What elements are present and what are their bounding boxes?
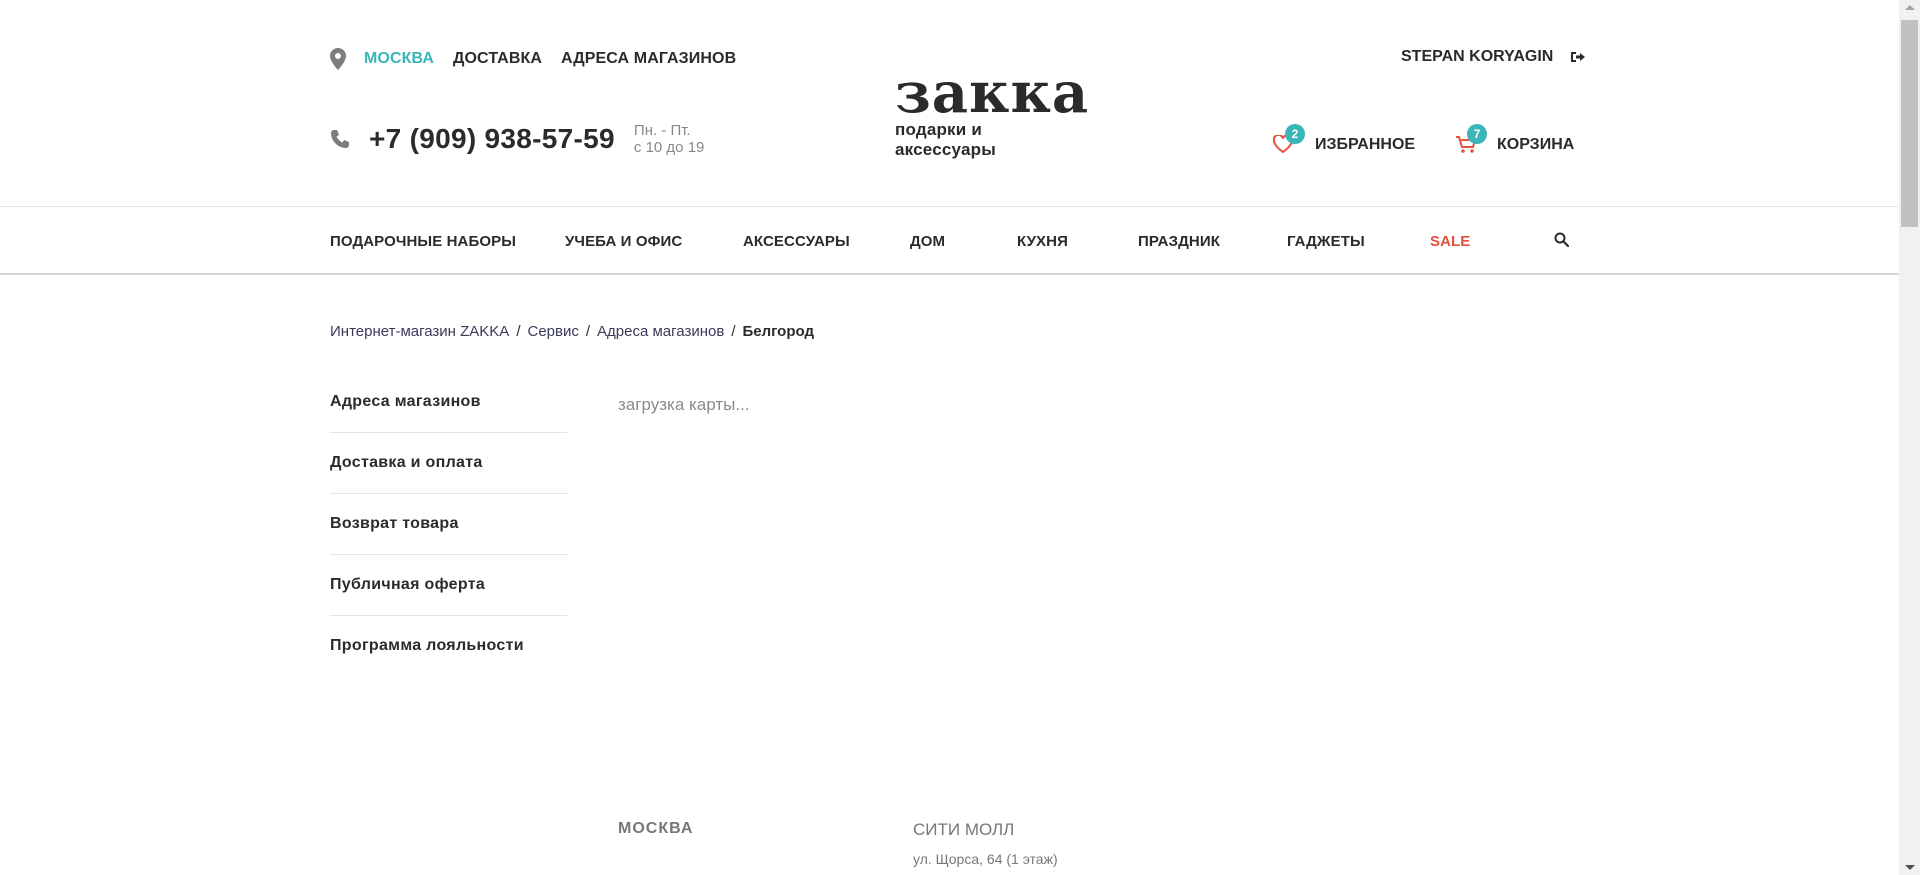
cart-label: КОРЗИНА — [1497, 136, 1575, 153]
breadcrumb-item-addresses[interactable]: Адреса магазинов — [597, 323, 724, 340]
favorites-count-badge: 2 — [1285, 124, 1305, 144]
sidebar-item-delivery-payment[interactable]: Доставка и оплата — [330, 433, 567, 494]
favorites-label: ИЗБРАННОЕ — [1315, 136, 1416, 153]
favorites-icon-wrap: 2 — [1272, 124, 1305, 155]
breadcrumb-separator: / — [731, 323, 736, 340]
nav-study-office[interactable]: УЧЕБА И ОФИС — [565, 233, 682, 250]
logout-icon[interactable] — [1571, 51, 1586, 63]
user-name[interactable]: STEPAN KORYAGIN — [1401, 48, 1553, 66]
store-addresses-link[interactable]: АДРЕСА МАГАЗИНОВ — [561, 50, 736, 68]
location-pin-icon — [330, 48, 346, 70]
contact-info: +7 (909) 938-57-59 Пн. - Пт. с 10 до 19 — [330, 122, 704, 156]
logo-word: закка — [895, 60, 1090, 126]
scroll-up-arrow-icon[interactable] — [1905, 5, 1915, 10]
nav-kitchen[interactable]: КУХНЯ — [1017, 233, 1068, 250]
user-account[interactable]: STEPAN KORYAGIN — [1401, 48, 1586, 66]
logo-tagline: подарки и аксессуары — [895, 120, 996, 159]
service-sidebar: Адреса магазинов Доставка и оплата Возвр… — [330, 372, 567, 677]
breadcrumb-separator: / — [516, 323, 521, 340]
cart-count-badge: 7 — [1467, 124, 1487, 144]
favorites-button[interactable]: 2 ИЗБРАННОЕ — [1272, 124, 1416, 155]
delivery-link[interactable]: ДОСТАВКА — [453, 50, 542, 68]
logo[interactable]: закка подарки и аксессуары — [895, 60, 1090, 160]
sidebar-item-returns[interactable]: Возврат товара — [330, 494, 567, 555]
scroll-thumb[interactable] — [1901, 20, 1918, 227]
breadcrumb-item-shop[interactable]: Интернет-магазин ZAKKA — [330, 323, 509, 340]
sidebar-item-loyalty[interactable]: Программа лояльности — [330, 616, 567, 677]
phone-icon — [331, 130, 349, 148]
store-city-heading: МОСКВА — [618, 820, 694, 837]
map-loading-text: загрузка карты... — [618, 395, 750, 414]
breadcrumb-separator: / — [585, 323, 591, 340]
working-hours: Пн. - Пт. с 10 до 19 — [634, 122, 704, 156]
sidebar-item-store-addresses[interactable]: Адреса магазинов — [330, 372, 567, 433]
nav-sale[interactable]: SALE — [1430, 233, 1470, 250]
breadcrumb-current: Белгород — [742, 323, 814, 340]
hours-days: Пн. - Пт. — [633, 122, 691, 139]
breadcrumb: Интернет-магазин ZAKKA / Сервис / Адреса… — [330, 323, 814, 340]
city-link[interactable]: МОСКВА — [364, 50, 434, 68]
breadcrumb-item-service[interactable]: Сервис — [527, 323, 578, 340]
search-icon[interactable] — [1554, 232, 1569, 247]
main-nav: ПОДАРОЧНЫЕ НАБОРЫ УЧЕБА И ОФИС АКСЕССУАР… — [0, 207, 1899, 275]
scroll-down-arrow-icon[interactable] — [1905, 865, 1915, 870]
sidebar-item-public-offer[interactable]: Публичная оферта — [330, 555, 567, 616]
phone-number[interactable]: +7 (909) 938-57-59 — [369, 123, 615, 155]
header: МОСКВА ДОСТАВКА АДРЕСА МАГАЗИНОВ +7 (909… — [0, 0, 1899, 207]
page-scrollbar[interactable] — [1899, 0, 1920, 875]
nav-gift-sets[interactable]: ПОДАРОЧНЫЕ НАБОРЫ — [330, 233, 516, 250]
cart-button[interactable]: 7 КОРЗИНА — [1455, 124, 1575, 155]
nav-gadgets[interactable]: ГАДЖЕТЫ — [1287, 233, 1365, 250]
hours-time: с 10 до 19 — [633, 139, 705, 156]
nav-home[interactable]: ДОМ — [910, 233, 945, 250]
cart-icon-wrap: 7 — [1455, 124, 1487, 155]
store-address: ул. Щорса, 64 (1 этаж) — [913, 851, 1058, 867]
header-links: МОСКВА ДОСТАВКА АДРЕСА МАГАЗИНОВ — [330, 48, 755, 70]
store-name[interactable]: СИТИ МОЛЛ — [913, 820, 1014, 840]
nav-holiday[interactable]: ПРАЗДНИК — [1138, 233, 1220, 250]
nav-accessories[interactable]: АКСЕССУАРЫ — [743, 233, 850, 250]
